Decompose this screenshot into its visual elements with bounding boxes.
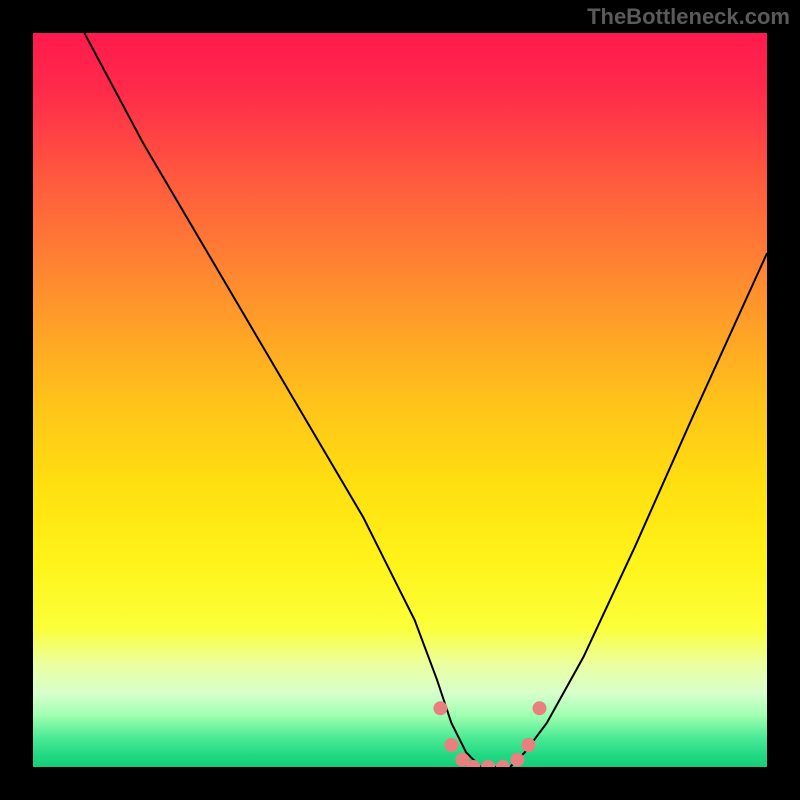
plot-area: [33, 33, 767, 767]
watermark-text: TheBottleneck.com: [587, 4, 790, 30]
gradient-background: [33, 33, 767, 767]
